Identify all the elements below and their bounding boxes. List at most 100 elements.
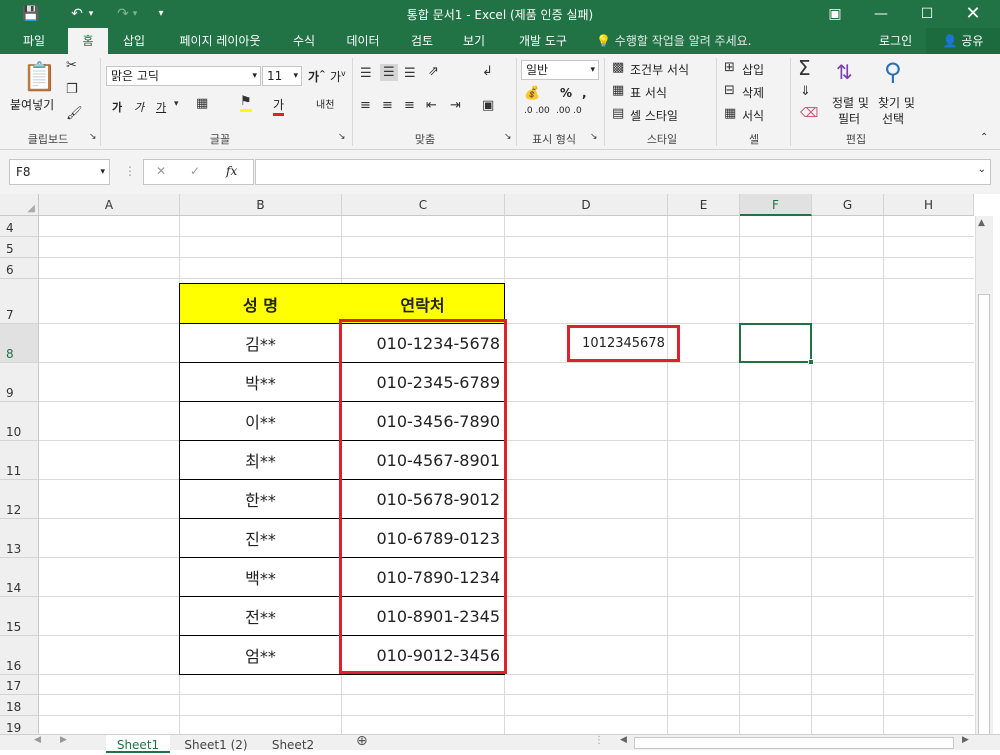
scroll-right-icon[interactable]: ▶ — [962, 735, 969, 745]
clear-icon[interactable]: ⌫ — [800, 106, 818, 121]
number-format-select[interactable]: 일반 ▾ — [521, 60, 599, 80]
table-header-name[interactable]: 성 명 — [179, 283, 342, 324]
name-cell[interactable]: 박** — [179, 363, 342, 402]
tab-data[interactable]: 데이터 — [338, 28, 388, 54]
number-launcher-icon[interactable]: ↘ — [590, 132, 598, 142]
prev-sheet-icon[interactable]: ◀ — [34, 735, 41, 745]
row-header-15[interactable]: 15 — [0, 597, 39, 636]
underline-button[interactable]: 가 — [156, 99, 166, 115]
spreadsheet-grid[interactable]: ◢ A B C D E F G H 4 5 6 7 8 9 10 11 12 1… — [0, 194, 1000, 734]
clipboard-launcher-icon[interactable]: ↘ — [89, 132, 97, 142]
bold-button[interactable]: 가 — [112, 99, 122, 115]
column-header-f[interactable]: F — [740, 194, 812, 216]
share-button[interactable]: 👤 공유 — [926, 28, 1000, 54]
formula-input[interactable]: ⌄ — [255, 159, 991, 185]
next-sheet-icon[interactable]: ▶ — [60, 735, 67, 745]
column-header-a[interactable]: A — [39, 194, 180, 216]
row-header-8[interactable]: 8 — [0, 324, 39, 363]
decrease-decimal-icon[interactable]: .00 .0 — [556, 106, 582, 116]
ribbon-display-options-icon[interactable]: ▣ — [812, 0, 858, 28]
close-icon[interactable]: ✕ — [950, 0, 996, 28]
select-all-corner[interactable]: ◢ — [0, 194, 39, 216]
tab-split-handle-icon[interactable]: ⋮ — [594, 735, 604, 746]
expand-formula-bar-icon[interactable]: ⌄ — [978, 164, 986, 175]
column-header-e[interactable]: E — [668, 194, 740, 216]
format-cells-button[interactable]: 서식 — [742, 107, 764, 124]
percent-style-icon[interactable]: % — [560, 86, 572, 100]
row-header-9[interactable]: 9 — [0, 363, 39, 402]
name-cell[interactable]: 한** — [179, 480, 342, 519]
sheet-tab-sheet1[interactable]: Sheet1 — [106, 735, 170, 753]
tab-view[interactable]: 보기 — [452, 28, 496, 54]
scroll-up-icon[interactable]: ▲ — [978, 218, 985, 228]
d8-value-cell[interactable]: 1012345678 — [567, 325, 680, 362]
vertical-scroll-thumb[interactable] — [978, 294, 990, 734]
login-link[interactable]: 로그인 — [879, 28, 912, 54]
row-header-14[interactable]: 14 — [0, 558, 39, 597]
row-header-12[interactable]: 12 — [0, 480, 39, 519]
sheet-tab-sheet2[interactable]: Sheet2 — [262, 735, 324, 752]
enter-icon[interactable]: ✓ — [190, 164, 200, 178]
minimize-icon[interactable]: — — [858, 0, 904, 28]
tab-review[interactable]: 검토 — [400, 28, 444, 54]
column-header-b[interactable]: B — [180, 194, 342, 216]
increase-indent-icon[interactable]: ⇥ — [450, 98, 461, 113]
row-header-11[interactable]: 11 — [0, 441, 39, 480]
name-cell[interactable]: 진** — [179, 519, 342, 558]
sort-filter-label-2[interactable]: 필터 — [838, 110, 860, 127]
delete-cells-button[interactable]: 삭제 — [742, 84, 764, 101]
format-as-table-button[interactable]: 표 서식 — [630, 84, 667, 101]
format-cells-icon[interactable]: ▦ — [724, 106, 736, 121]
increase-decimal-icon[interactable]: .0 .00 — [524, 106, 550, 116]
row-header-10[interactable]: 10 — [0, 402, 39, 441]
align-center-icon[interactable]: ≡ — [382, 98, 393, 113]
cancel-icon[interactable]: ✕ — [156, 164, 166, 178]
row-header-7[interactable]: 7 — [0, 279, 39, 324]
orientation-icon[interactable]: ⇗ — [428, 64, 439, 79]
fill-handle[interactable] — [808, 359, 814, 365]
align-middle-icon[interactable]: ☰ — [380, 64, 398, 81]
find-select-label-1[interactable]: 찾기 및 — [878, 94, 915, 111]
phonetic-guide-icon[interactable]: 내천 — [316, 96, 334, 111]
sort-filter-icon[interactable]: ⇅ — [836, 60, 853, 84]
format-as-table-icon[interactable]: ▦ — [612, 83, 624, 98]
tell-me-box[interactable]: 💡 수행할 작업을 알려 주세요. — [596, 28, 751, 54]
conditional-formatting-button[interactable]: 조건부 서식 — [630, 61, 689, 78]
decrease-font-size-icon[interactable]: 가v — [330, 68, 346, 85]
name-cell[interactable]: 이** — [179, 402, 342, 441]
collapse-ribbon-icon[interactable]: ⌃ — [980, 132, 988, 143]
align-right-icon[interactable]: ≡ — [404, 98, 415, 113]
align-left-icon[interactable]: ≡ — [360, 98, 371, 113]
table-header-contact[interactable]: 연락처 — [341, 283, 505, 324]
column-header-d[interactable]: D — [505, 194, 668, 216]
insert-cells-icon[interactable]: ⊞ — [724, 60, 735, 75]
cell-styles-button[interactable]: 셀 스타일 — [630, 107, 678, 124]
name-cell[interactable]: 최** — [179, 441, 342, 480]
conditional-formatting-icon[interactable]: ▩ — [612, 60, 624, 75]
row-header-4[interactable]: 4 — [0, 216, 39, 237]
cell-styles-icon[interactable]: ▤ — [612, 106, 624, 121]
row-header-19[interactable]: 19 — [0, 716, 39, 734]
horizontal-scrollbar[interactable] — [634, 737, 954, 749]
italic-button[interactable]: 가 — [134, 99, 144, 115]
copy-icon[interactable]: ❐ — [66, 82, 78, 97]
insert-function-icon[interactable]: fx — [226, 164, 237, 178]
new-sheet-icon[interactable]: ⊕ — [356, 733, 368, 749]
name-cell[interactable]: 엄** — [179, 636, 342, 675]
active-cell-f8[interactable] — [739, 323, 812, 363]
row-header-6[interactable]: 6 — [0, 258, 39, 279]
fill-icon[interactable]: ⇓ — [800, 84, 811, 99]
row-header-16[interactable]: 16 — [0, 636, 39, 675]
maximize-icon[interactable]: ☐ — [904, 0, 950, 28]
row-header-5[interactable]: 5 — [0, 237, 39, 258]
font-size-select[interactable]: 11 ▾ — [262, 66, 302, 86]
delete-cells-icon[interactable]: ⊟ — [724, 83, 735, 98]
merge-center-icon[interactable]: ▣ — [482, 98, 494, 113]
scroll-left-icon[interactable]: ◀ — [620, 735, 627, 745]
find-select-icon[interactable]: ⚲ — [884, 58, 902, 86]
tab-page-layout[interactable]: 페이지 레이아웃 — [168, 28, 272, 54]
sheet-tab-sheet1-2[interactable]: Sheet1 (2) — [174, 735, 258, 752]
border-icon[interactable]: ▦ — [196, 96, 208, 111]
cut-icon[interactable]: ✂ — [66, 58, 77, 73]
name-box[interactable]: F8 ▾ — [9, 159, 110, 185]
